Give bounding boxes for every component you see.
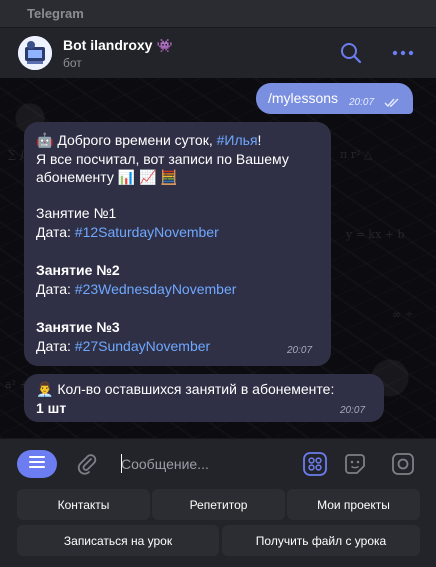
menu-icon	[29, 455, 45, 473]
bot-name: Bot ilandroxy 👾	[63, 37, 173, 54]
bot-menu-button[interactable]	[17, 450, 57, 478]
greeting-line: 🤖 Доброго времени суток, #Илья!	[36, 131, 261, 149]
remaining-text: Кол-во оставшихся занятий в абонементе:	[57, 381, 335, 397]
schedule-message[interactable]: 🤖 Доброго времени суток, #Илья! Я все по…	[24, 122, 331, 366]
greeting-exclamation: !	[257, 132, 262, 148]
remaining-lessons-message[interactable]: 👨‍💼 Кол-во оставшихся занятий в абонемен…	[24, 374, 384, 422]
lesson-title: Занятие №1	[36, 205, 117, 221]
remaining-line: 👨‍💼 Кол-во оставшихся занятий в абонемен…	[36, 380, 334, 398]
chart-emojis: 📊 📈 🧮	[117, 169, 178, 185]
date-label: Дата:	[36, 338, 71, 354]
date-hashtag[interactable]: #27SundayNovember	[75, 338, 210, 354]
lesson-date: Дата: #12SaturdayNovember	[36, 223, 219, 241]
bot-avatar[interactable]	[18, 36, 52, 70]
apps-icon[interactable]	[302, 451, 328, 477]
intro-line: Я все посчитал, вот записи по Вашему	[36, 151, 289, 167]
more-icon[interactable]	[390, 40, 416, 66]
bot-status: бот	[63, 56, 82, 70]
robot-emoji: 🤖	[36, 132, 54, 148]
chat-header[interactable]: Bot ilandroxy 👾 бот	[0, 28, 436, 78]
alien-monster-emoji: 👾	[156, 38, 173, 53]
sticker-icon[interactable]	[342, 451, 368, 477]
message-composer	[0, 438, 436, 488]
background-doodle: π r² △	[340, 148, 373, 161]
person-emoji: 👨‍💼	[36, 381, 54, 397]
message-time: 20:07	[340, 405, 366, 416]
text-caret	[121, 454, 122, 473]
chat-area[interactable]: ∑ ∫ dx √x π r² △ y = kx + b a² + b² = c²…	[0, 78, 436, 438]
keyboard-button-projects[interactable]: Мои проекты	[287, 489, 420, 520]
lesson-title-text: Занятие №2	[36, 262, 120, 278]
lesson-title-text: Занятие №3	[36, 319, 120, 335]
keyboard-button-tutor[interactable]: Репетитор	[152, 489, 285, 520]
attach-icon[interactable]	[74, 451, 100, 477]
search-icon[interactable]	[338, 40, 364, 66]
date-label: Дата:	[36, 281, 71, 297]
keyboard-button-book-lesson[interactable]: Записаться на урок	[17, 525, 219, 556]
read-checks-icon	[384, 95, 400, 113]
message-time: 20:07	[349, 97, 375, 108]
bot-name-text: Bot ilandroxy	[63, 37, 153, 53]
keyboard-button-get-file[interactable]: Получить файл с урока	[222, 525, 420, 556]
lesson-title: Занятие №2	[36, 261, 120, 279]
app-title: Telegram	[27, 6, 84, 21]
lesson-date: Дата: #23WednesdayNovember	[36, 280, 236, 298]
remaining-value: 1 шт	[36, 400, 67, 416]
background-doodle: ∞ ÷	[392, 308, 414, 321]
message-time: 20:07	[287, 345, 313, 356]
title-bar: Telegram	[0, 0, 436, 28]
remaining-value-line: 1 шт	[36, 399, 66, 417]
outgoing-message[interactable]: /mylessons 20:07	[256, 83, 413, 114]
name-hashtag[interactable]: #Илья	[217, 132, 258, 148]
intro-line-2: абонементу 📊 📈 🧮	[36, 168, 178, 186]
keyboard-button-contacts[interactable]: Контакты	[17, 489, 150, 520]
outgoing-message-text: /mylessons	[268, 90, 339, 106]
lesson-title: Занятие №3	[36, 318, 120, 336]
telegram-window: Telegram Bot ilandroxy👾 бот ∑ ∫ dx √x π …	[0, 0, 436, 567]
date-hashtag[interactable]: #23WednesdayNovember	[75, 281, 237, 297]
date-label: Дата:	[36, 224, 71, 240]
intro-text: абонементу	[36, 169, 114, 185]
date-hashtag[interactable]: #12SaturdayNovember	[75, 224, 219, 240]
bot-keyboard: Контакты Репетитор Мои проекты Записатьс…	[0, 488, 436, 567]
camera-icon[interactable]	[390, 451, 416, 477]
background-doodle: y = kx + b	[346, 228, 405, 241]
message-input[interactable]	[121, 452, 291, 476]
lesson-date: Дата: #27SundayNovember	[36, 337, 210, 355]
greeting-text: Доброго времени суток,	[57, 132, 213, 148]
